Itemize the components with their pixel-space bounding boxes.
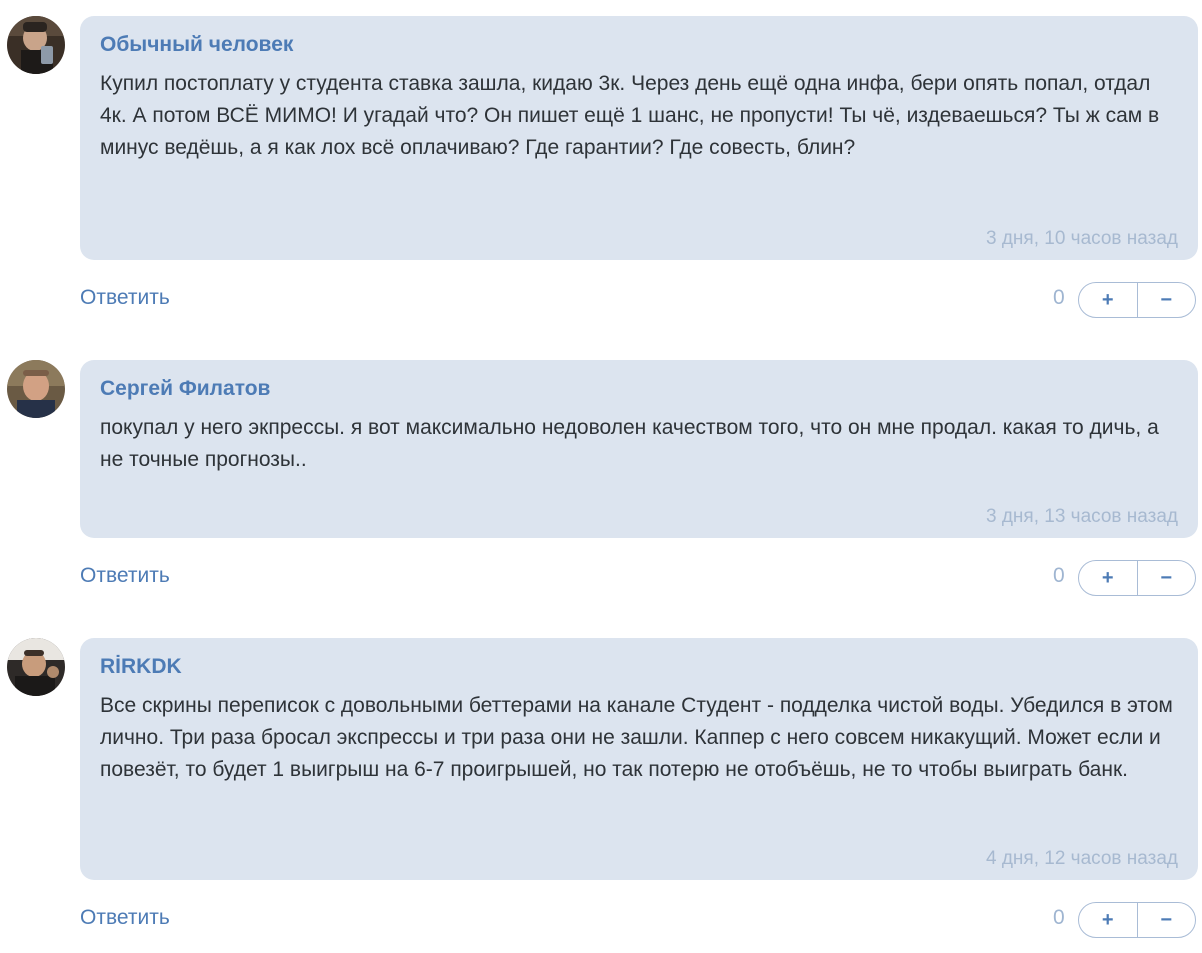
comment-author[interactable]: Сергей Филатов [100,376,1178,402]
upvote-button[interactable]: + [1079,561,1138,595]
vote-buttons: + − [1078,902,1196,938]
reply-link[interactable]: Ответить [80,564,170,588]
upvote-button[interactable]: + [1079,903,1138,937]
vote-score: 0 [1053,906,1065,929]
comment-text: Все скрины переписок с довольными беттер… [100,694,1173,781]
downvote-button[interactable]: − [1138,903,1196,937]
comment-timestamp: 3 дня, 10 часов назад [985,228,1178,249]
comment-text: Купил постоплату у студента ставка зашла… [100,72,1160,159]
comment-bubble: RİRKDK Все скрины переписок с довольными… [80,638,1198,880]
avatar[interactable] [7,638,65,696]
comment-timestamp: 3 дня, 13 часов назад [985,506,1178,527]
comment-bubble: Обычный человек Купил постоплату у студе… [80,16,1198,260]
upvote-button[interactable]: + [1079,283,1138,317]
vote-buttons: + − [1078,560,1196,596]
vote-buttons: + − [1078,282,1196,318]
comment-author[interactable]: RİRKDK [100,654,1178,680]
comment-timestamp: 4 дня, 12 часов назад [985,848,1178,869]
reply-link[interactable]: Ответить [80,286,170,310]
comment-author[interactable]: Обычный человек [100,32,1178,58]
avatar[interactable] [7,16,65,74]
reply-link[interactable]: Ответить [80,906,170,930]
comment-text: покупал у него экпрессы. я вот максималь… [100,416,1159,471]
vote-score: 0 [1053,564,1065,587]
comment-bubble: Сергей Филатов покупал у него экпрессы. … [80,360,1198,538]
downvote-button[interactable]: − [1138,283,1196,317]
avatar[interactable] [7,360,65,418]
downvote-button[interactable]: − [1138,561,1196,595]
vote-score: 0 [1053,286,1065,309]
